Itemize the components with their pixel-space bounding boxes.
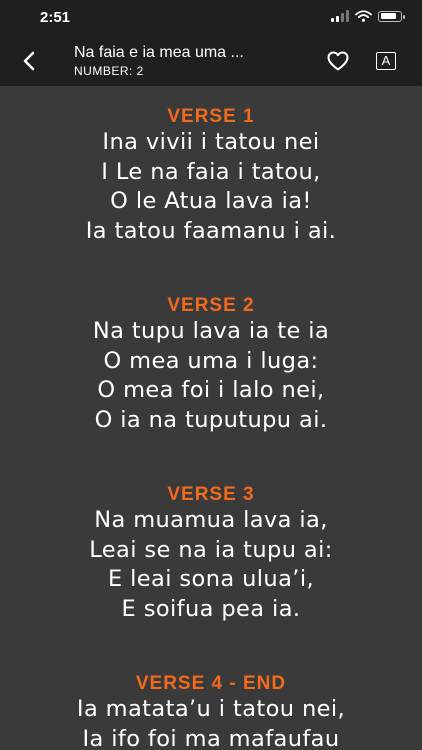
hymn-title: Na faia e ia mea uma ... [74,44,244,61]
hymn-number: NUMBER: 2 [74,64,144,78]
status-bar: 2:51 [0,0,422,36]
lyrics-content: VERSE 1 Ina vivii i tatou nei I Le na fa… [0,86,422,750]
verse-heading: VERSE 4 - END [135,673,287,694]
verse-line: I Le na faia i tatou, [101,158,321,185]
verse-line: E soifua pea ia. [121,595,301,622]
verse-line: Na muamua lava ia, [94,507,328,533]
verse-line: Ia tatou faamanu i ai. [85,217,337,244]
favorite-heart-icon[interactable] [326,49,350,73]
verse-line: O ia na tuputupu ai. [94,406,328,433]
verse-line: E leai sona ulua’i, [107,566,315,592]
verse-heading: VERSE 1 [167,106,255,127]
verse-line: O mea foi i lalo nei, [97,377,325,403]
verse-line: Ia ifo foi ma mafaufau [82,725,340,750]
verse-block: VERSE 4 - END Ia matata’u i tatou nei, I… [0,673,422,750]
battery-icon [378,10,405,22]
verse-block: VERSE 2 Na tupu lava ia te ia O mea uma … [0,295,422,435]
verse-heading: VERSE 2 [167,295,255,316]
cellular-signal-icon [331,10,349,22]
wifi-icon [355,10,372,22]
verse-block: VERSE 1 Ina vivii i tatou nei I Le na fa… [0,106,422,246]
verse-line: Na tupu lava ia te ia [92,318,330,344]
status-time: 2:51 [40,9,71,26]
font-size-button[interactable]: A [376,52,396,70]
verse-line: Ia matata’u i tatou nei, [76,696,346,722]
verse-heading: VERSE 3 [167,484,255,505]
verse-line: Leai se na ia tupu ai: [89,536,333,563]
back-button[interactable] [16,48,42,74]
verse-line: O mea uma i luga: [103,347,319,374]
status-icons [331,10,405,22]
verse-block: VERSE 3 Na muamua lava ia, Leai se na ia… [0,484,422,624]
navigation-bar: Na faia e ia mea uma ... NUMBER: 2 A [0,36,422,86]
verse-line: O le Atua lava ia! [110,188,312,214]
verse-line: Ina vivii i tatou nei [102,129,320,155]
